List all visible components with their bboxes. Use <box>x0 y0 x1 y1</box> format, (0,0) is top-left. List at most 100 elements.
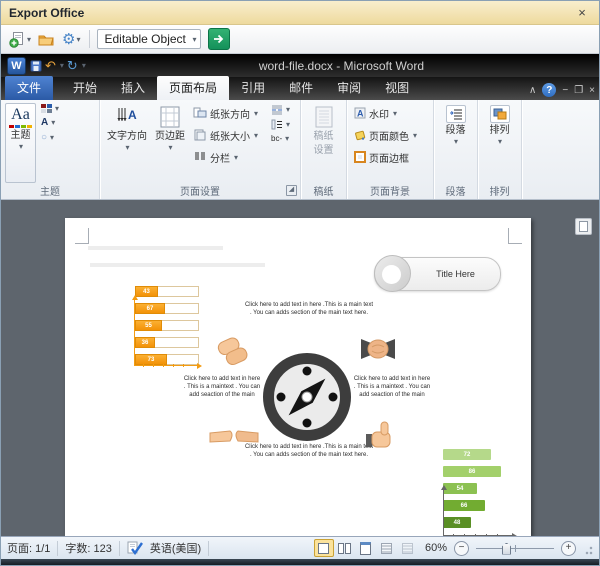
y-axis <box>440 485 447 535</box>
line-numbers-button[interactable]: ▾ <box>268 118 293 131</box>
restore-icon[interactable]: ❐ <box>574 85 583 96</box>
export-toolbar: ▾ ⚙ ▾ Editable Object ▾ <box>1 25 599 54</box>
language-indicator[interactable]: 英语(美国) <box>150 540 201 556</box>
help-icon[interactable]: ? <box>542 83 557 97</box>
columns-button[interactable]: 分栏 ▾ <box>190 147 266 167</box>
tab-review[interactable]: 审阅 <box>325 76 373 100</box>
hands-together-icon[interactable] <box>213 331 253 378</box>
chevron-down-icon[interactable]: ▾ <box>60 61 64 70</box>
paragraph-button[interactable]: 段落 ▾ <box>443 103 469 183</box>
chevron-down-icon[interactable]: ▾ <box>76 35 80 44</box>
orange-bar-chart[interactable]: 43 67 55 36 73 <box>131 286 203 376</box>
tab-page-layout[interactable]: 页面布局 <box>157 76 230 100</box>
theme-effects-button[interactable]: ○ ▾ <box>38 131 62 144</box>
title-shape[interactable]: Title Here <box>374 255 501 292</box>
settings-button[interactable]: ⚙ ▾ <box>60 28 82 50</box>
chevron-down-icon: ▾ <box>286 120 291 129</box>
document-area[interactable]: Title Here 43 67 55 36 73 72 86 54 66 48… <box>1 200 599 536</box>
window-bottom-edge <box>1 559 599 565</box>
object-mode-select[interactable]: Editable Object ▾ <box>97 29 202 49</box>
columns-icon <box>195 152 205 160</box>
themes-button[interactable]: Aa 主题 ▾ <box>5 103 36 183</box>
tab-file[interactable]: 文件 <box>5 76 54 100</box>
tab-home[interactable]: 开始 <box>61 76 109 100</box>
minimize-icon[interactable]: − <box>562 85 568 96</box>
chevron-down-icon: ▾ <box>18 141 23 151</box>
text-block-left[interactable]: Click here to add text in here . This is… <box>183 376 261 399</box>
status-separator <box>208 540 210 556</box>
undo-icon[interactable]: ↶ <box>45 59 56 72</box>
svg-text:A: A <box>357 109 364 119</box>
arrange-button[interactable]: 排列 ▾ <box>487 103 513 183</box>
paragraph-label: 段落 <box>445 125 466 136</box>
paper-size-button[interactable]: 纸张大小 ▾ <box>190 125 266 145</box>
x-axis <box>443 532 517 536</box>
fist-bump-icon[interactable] <box>208 424 260 455</box>
crop-mark-top-right <box>508 228 522 244</box>
handshake-icon[interactable] <box>358 332 398 371</box>
document-page[interactable]: Title Here 43 67 55 36 73 72 86 54 66 48… <box>65 218 531 536</box>
watermark-label: 水印 <box>369 109 389 121</box>
tab-references[interactable]: 引用 <box>229 76 277 100</box>
save-icon[interactable] <box>30 60 42 72</box>
tab-mailings[interactable]: 邮件 <box>277 76 325 100</box>
group-page-background: A 水印 ▾ 页面颜色 ▾ 页面边框 页面背景 <box>347 100 434 199</box>
view-print-layout[interactable] <box>313 539 334 557</box>
text-direction-icon: A <box>117 108 137 122</box>
close-word-icon[interactable]: × <box>589 85 595 96</box>
chevron-down-icon[interactable]: ▾ <box>27 35 31 44</box>
page-borders-button[interactable]: 页面边框 <box>351 147 429 167</box>
columns-label: 分栏 <box>210 153 230 165</box>
tab-insert[interactable]: 插入 <box>109 76 157 100</box>
bar-value: 72 <box>443 449 491 460</box>
chevron-down-icon: ▾ <box>393 108 398 118</box>
chevron-down-icon[interactable]: ▾ <box>82 61 86 70</box>
orientation-button[interactable]: 纸张方向 ▾ <box>190 103 266 123</box>
tab-view[interactable]: 视图 <box>373 76 421 100</box>
zoom-slider[interactable] <box>476 542 554 555</box>
chevron-down-icon: ▾ <box>55 104 60 113</box>
collapse-ribbon-icon[interactable]: ∧ <box>529 85 536 96</box>
breaks-button[interactable]: ▾ <box>268 103 293 116</box>
thumbs-up-icon[interactable] <box>362 419 398 460</box>
grid-settings-button: 稿纸 设置 <box>310 103 338 183</box>
redo-icon[interactable]: ↻ <box>67 59 78 72</box>
go-button[interactable] <box>208 28 231 50</box>
export-file-button[interactable]: ▾ <box>7 28 33 50</box>
compass-shape[interactable] <box>263 353 351 441</box>
watermark-button[interactable]: A 水印 ▾ <box>351 103 429 123</box>
theme-fonts-button[interactable]: A ▾ <box>38 116 62 129</box>
word-count[interactable]: 字数: 123 <box>65 540 111 556</box>
close-icon[interactable]: × <box>573 5 591 20</box>
zoom-in-button[interactable]: + <box>561 540 576 556</box>
zoom-level[interactable]: 60% <box>425 542 447 554</box>
minus-icon: − <box>458 542 465 553</box>
text-direction-button[interactable]: A 文字方向 ▾ <box>104 103 150 183</box>
view-draft[interactable] <box>398 539 418 557</box>
margins-button[interactable]: 页边距 ▾ <box>152 103 188 183</box>
green-bar-chart[interactable]: 72 86 54 66 48 <box>437 449 517 536</box>
view-outline[interactable] <box>377 539 397 557</box>
hyphenation-button[interactable]: bc- ▾ <box>268 133 293 144</box>
folder-button[interactable] <box>36 28 57 50</box>
text-block-top[interactable]: Click here to add text in here .This is … <box>244 302 374 318</box>
quick-access-toolbar: ↶ ▾ ↻ ▾ <box>30 59 86 72</box>
page-indicator[interactable]: 页面: 1/1 <box>7 540 50 556</box>
toolbar-separator <box>89 30 91 48</box>
view-web-layout[interactable] <box>356 539 376 557</box>
page-color-button[interactable]: 页面颜色 ▾ <box>351 125 429 145</box>
spellcheck-icon[interactable] <box>127 541 143 555</box>
arrange-icon <box>489 105 510 123</box>
group-label-paragraph: 段落 <box>445 187 466 198</box>
zoom-out-button[interactable]: − <box>454 540 469 556</box>
chevron-down-icon: ▾ <box>285 134 290 143</box>
status-separator <box>57 540 59 556</box>
view-fullscreen-reading[interactable] <box>335 539 355 557</box>
resize-grip[interactable] <box>585 541 593 555</box>
zoom-slider-thumb[interactable] <box>502 542 511 555</box>
text-block-bottom[interactable]: Click here to add text in here .This is … <box>244 444 374 460</box>
dialog-launcher-icon[interactable]: ◢ <box>286 185 297 196</box>
scrollbar-page-icon[interactable] <box>575 218 592 235</box>
theme-colors-button[interactable]: ▾ <box>38 103 62 114</box>
text-block-right[interactable]: Click here to add text in here . This is… <box>353 376 431 399</box>
